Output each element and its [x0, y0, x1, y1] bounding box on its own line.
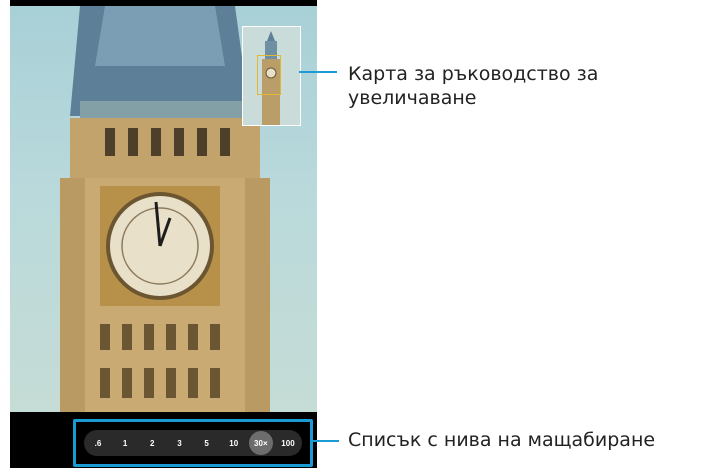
zoom-button-0.6[interactable]: .6 — [86, 431, 110, 455]
camera-viewfinder[interactable] — [10, 6, 317, 412]
zoom-button-100[interactable]: 100 — [276, 431, 300, 455]
zoom-button-5[interactable]: 5 — [195, 431, 219, 455]
zoom-level-list-highlight: .6 1 2 3 5 10 30× 100 — [73, 419, 313, 467]
zoom-level-list: .6 1 2 3 5 10 30× 100 — [84, 430, 302, 456]
camera-screen — [10, 0, 317, 468]
zoom-map-callout-label: Карта за ръководство за увеличаване — [348, 63, 599, 109]
zoom-button-30-active[interactable]: 30× — [248, 431, 273, 455]
zoom-button-10[interactable]: 10 — [222, 431, 246, 455]
zoom-map-callout-line — [299, 71, 337, 73]
zoom-guide-map — [242, 26, 301, 126]
zoom-frame-indicator — [257, 55, 281, 95]
zoom-button-2[interactable]: 2 — [140, 431, 164, 455]
zoom-list-callout-line — [313, 440, 339, 442]
zoom-button-3[interactable]: 3 — [167, 431, 191, 455]
zoom-button-1[interactable]: 1 — [113, 431, 137, 455]
zoom-list-callout-label: Списък с нива на мащабиране — [348, 429, 656, 451]
